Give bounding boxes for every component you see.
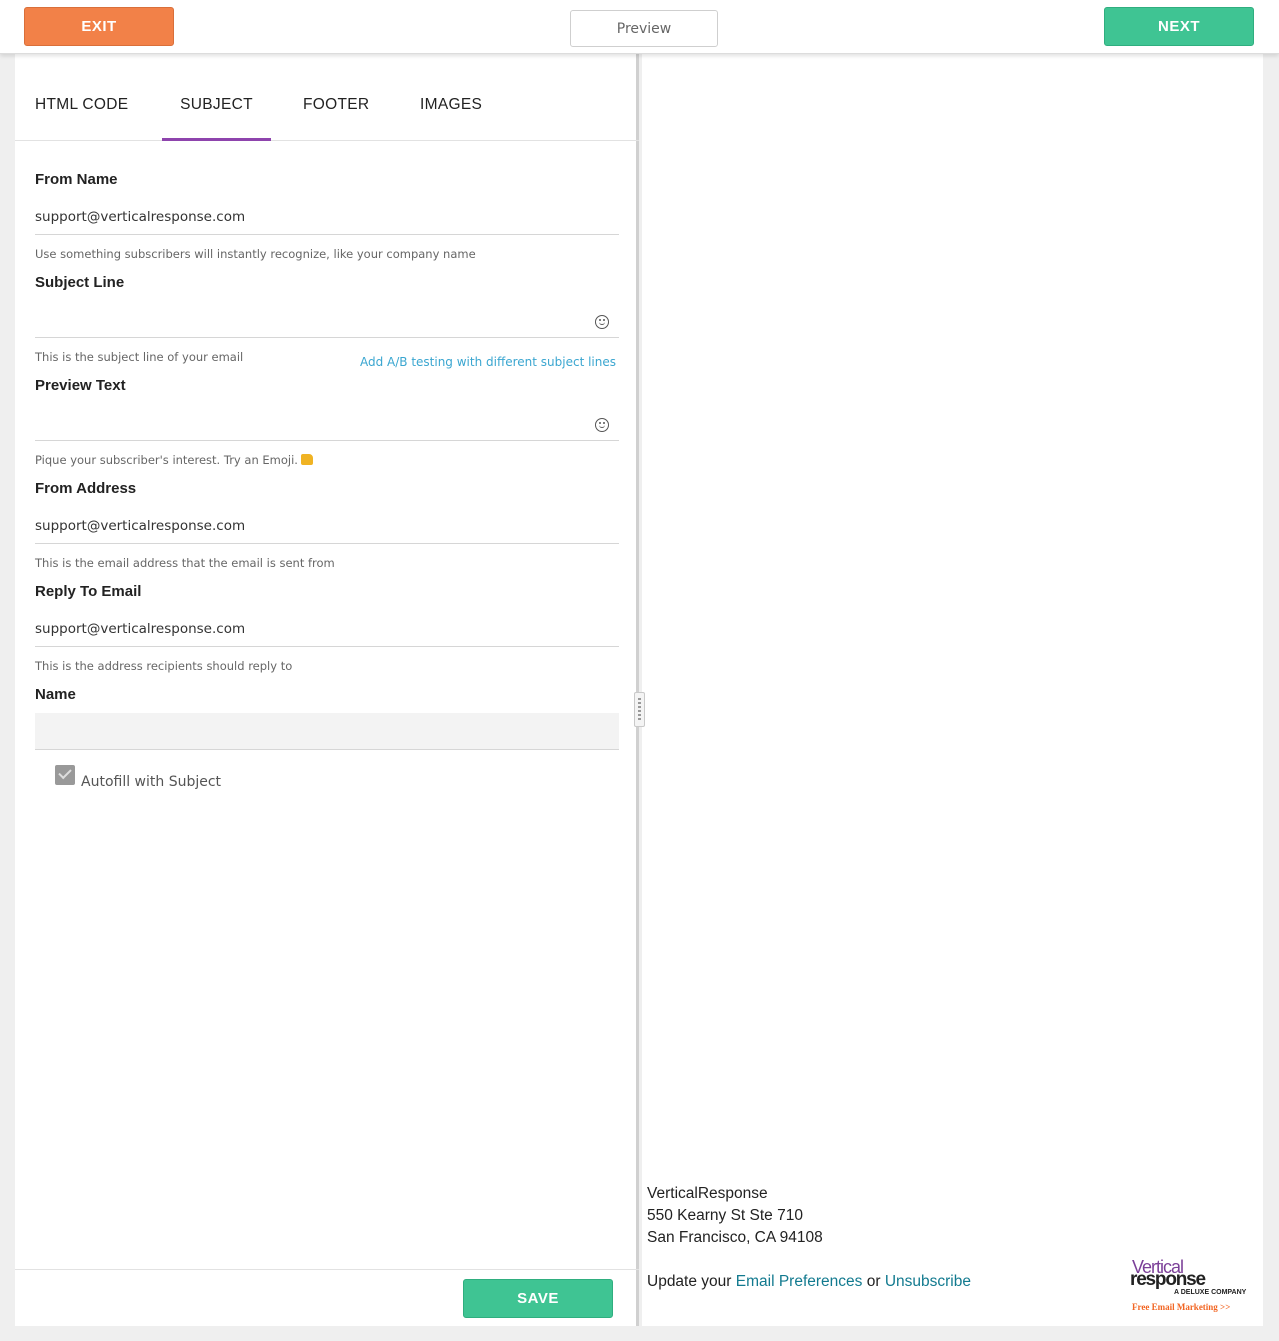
from-address-field[interactable]: support@verticalresponse.com [35,508,619,544]
next-button[interactable]: NEXT [1104,7,1254,46]
preview-button[interactable]: Preview [570,10,718,47]
free-email-marketing-link[interactable]: Free Email Marketing >> [1132,1302,1230,1312]
autofill-checkbox[interactable] [55,765,75,785]
tab-footer[interactable]: FOOTER [303,96,369,114]
from-address-label: From Address [35,480,137,497]
email-preview-panel: VerticalResponse 550 Kearny St Ste 710 S… [642,54,1263,1326]
from-name-value: support@verticalresponse.com [35,209,246,225]
or-text: or [866,1273,881,1290]
name-label: Name [35,686,76,703]
smiley-icon[interactable] [595,315,609,329]
reply-to-label: Reply To Email [35,583,142,600]
from-address-hint: This is the email address that the email… [35,556,335,570]
subject-line-label: Subject Line [35,274,125,291]
from-name-hint: Use something subscribers will instantly… [35,247,476,261]
save-button[interactable]: SAVE [463,1279,613,1318]
thumbs-up-icon [300,454,313,465]
logo-response-text: response [1130,1269,1206,1290]
unsubscribe-link[interactable]: Unsubscribe [885,1273,971,1290]
preview-text-field[interactable] [35,405,619,441]
reply-to-field[interactable]: support@verticalresponse.com [35,611,619,647]
top-bar: EXIT Preview NEXT [0,0,1279,54]
ab-testing-link[interactable]: Add A/B testing with different subject l… [360,355,616,369]
panel-resize-handle[interactable] [634,692,645,727]
tab-images[interactable]: IMAGES [420,96,482,114]
address-company: VerticalResponse [647,1185,768,1202]
autofill-label[interactable]: Autofill with Subject [81,774,221,790]
editor-footer: SAVE [15,1269,639,1326]
preview-text-hint-row: Pique your subscriber's interest. Try an… [35,453,313,467]
tab-bar: HTML CODE SUBJECT FOOTER IMAGES [15,54,639,141]
preview-text-hint: Pique your subscriber's interest. Try an… [35,453,298,467]
subject-line-field[interactable] [35,302,619,338]
address-street: 550 Kearny St Ste 710 [647,1207,803,1224]
logo-tagline: A DELUXE COMPANY [1174,1289,1247,1296]
exit-button[interactable]: EXIT [24,7,174,46]
subject-line-hint: This is the subject line of your email [35,350,244,364]
reply-to-value: support@verticalresponse.com [35,621,246,637]
email-preferences-link[interactable]: Email Preferences [736,1273,863,1290]
tab-subject[interactable]: SUBJECT [162,96,271,141]
from-address-value: support@verticalresponse.com [35,518,246,534]
tab-html-code[interactable]: HTML CODE [35,96,128,114]
preview-text-label: Preview Text [35,377,126,394]
update-preferences-line: Update your Email Preferences or Unsubsc… [647,1273,971,1291]
editor-panel: HTML CODE SUBJECT FOOTER IMAGES From Nam… [15,54,639,1326]
address-city: San Francisco, CA 94108 [647,1229,823,1246]
reply-to-hint: This is the address recipients should re… [35,659,293,673]
update-prefix: Update your [647,1273,732,1290]
verticalresponse-logo[interactable]: Vertical response A DELUXE COMPANY Free … [1130,1257,1248,1315]
from-name-label: From Name [35,171,118,188]
name-input[interactable] [35,713,619,750]
smiley-icon[interactable] [595,418,609,432]
from-name-field[interactable]: support@verticalresponse.com [35,199,619,235]
